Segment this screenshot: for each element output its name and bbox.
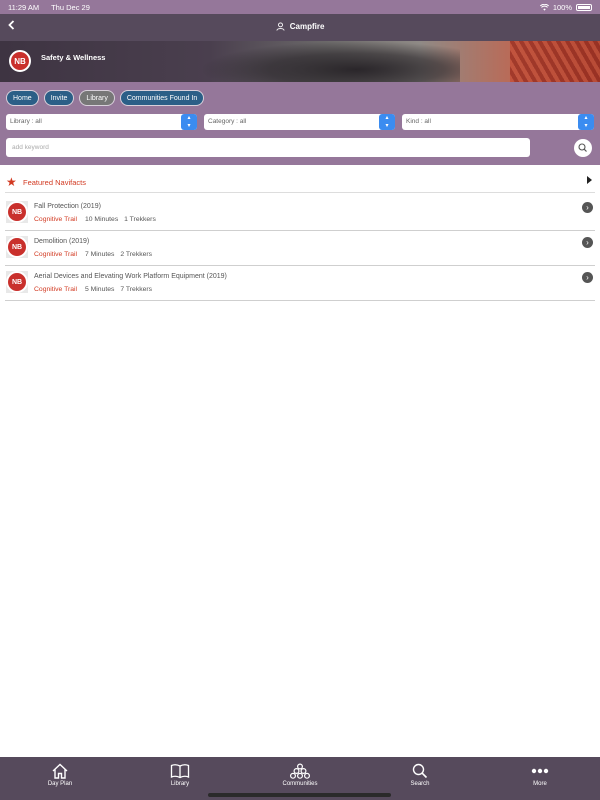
battery-icon: [576, 4, 592, 11]
kind-select[interactable]: Kind : all ▴ ▾: [402, 114, 594, 130]
search-icon: [578, 143, 587, 152]
select-arrows-icon: ▴ ▾: [181, 114, 197, 130]
navifact-list: NB Fall Protection (2019) Cognitive Trai…: [5, 196, 595, 301]
item-meta: Cognitive Trail 10 Minutes 1 Trekkers: [34, 216, 160, 223]
battery-percent: 100%: [552, 3, 572, 12]
tab-communities[interactable]: Communities: [260, 763, 340, 787]
item-duration: 10 Minutes: [84, 216, 119, 223]
item-duration: 5 Minutes: [84, 286, 115, 293]
category-select[interactable]: Category : all ▴ ▾: [204, 114, 395, 130]
arrow-right-circle-icon[interactable]: ›: [582, 237, 593, 248]
status-time: 11:29 AM: [8, 3, 40, 12]
arrow-right-circle-icon[interactable]: ›: [582, 202, 593, 213]
banner-image: [200, 41, 460, 82]
page-title-text: Campfire: [289, 22, 325, 31]
search-icon: [412, 763, 428, 779]
book-icon: [170, 764, 190, 779]
item-thumbnail: NB: [6, 201, 28, 223]
list-item[interactable]: NB Demolition (2019) Cognitive Trail 7 M…: [5, 231, 595, 266]
tab-library[interactable]: Library: [140, 763, 220, 787]
tab-more[interactable]: More: [500, 763, 580, 787]
item-thumbnail: NB: [6, 271, 28, 293]
pill-nav: Home Invite Library Communities Found In: [6, 90, 205, 106]
item-kind: Cognitive Trail: [34, 286, 78, 293]
star-icon: ★: [6, 175, 17, 189]
featured-label: Featured Navifacts: [23, 178, 86, 187]
pill-invite[interactable]: Invite: [43, 90, 75, 106]
pill-home[interactable]: Home: [6, 90, 39, 106]
tab-search[interactable]: Search: [380, 763, 460, 787]
library-select[interactable]: Library : all ▴ ▾: [6, 114, 197, 130]
item-kind: Cognitive Trail: [34, 216, 78, 223]
pill-communities-found-in[interactable]: Communities Found In: [119, 90, 205, 106]
tab-search-label: Search: [410, 781, 430, 787]
kind-select-value: Kind : all: [406, 118, 431, 125]
item-meta: Cognitive Trail 7 Minutes 2 Trekkers: [34, 251, 156, 258]
search-button[interactable]: [574, 139, 592, 157]
more-dots-icon: [531, 768, 549, 774]
community-logo: NB: [9, 50, 31, 72]
status-bar: 11:29 AM Thu Dec 29 100%: [0, 0, 600, 14]
tab-day-plan-label: Day Plan: [47, 781, 73, 787]
select-arrows-icon: ▴ ▾: [578, 114, 594, 130]
status-date: Thu Dec 29: [51, 3, 90, 12]
list-item[interactable]: NB Aerial Devices and Elevating Work Pla…: [5, 266, 595, 301]
featured-navifacts-header[interactable]: ★ Featured Navifacts: [5, 171, 595, 193]
navigation-bar: Campfire: [0, 14, 600, 41]
item-title: Demolition (2019): [34, 238, 90, 245]
nb-logo-icon: NB: [6, 201, 28, 223]
category-select-value: Category : all: [208, 118, 247, 125]
arrow-right-circle-icon[interactable]: ›: [582, 272, 593, 283]
pill-library[interactable]: Library: [79, 90, 115, 106]
community-banner: NB Safety & Wellness: [0, 41, 600, 82]
select-arrows-icon: ▴ ▾: [379, 114, 395, 130]
tab-communities-label: Communities: [282, 781, 318, 787]
item-title: Aerial Devices and Elevating Work Platfo…: [34, 273, 227, 280]
tab-day-plan[interactable]: Day Plan: [20, 763, 100, 787]
item-duration: 7 Minutes: [84, 251, 115, 258]
nb-logo-icon: NB: [6, 236, 28, 258]
item-thumbnail: NB: [6, 236, 28, 258]
tab-library-label: Library: [170, 781, 190, 787]
home-icon: [52, 763, 68, 779]
list-item[interactable]: NB Fall Protection (2019) Cognitive Trai…: [5, 196, 595, 231]
home-indicator[interactable]: [208, 793, 391, 797]
community-title: Safety & Wellness: [41, 53, 106, 62]
play-triangle-icon: [587, 176, 592, 184]
item-meta: Cognitive Trail 5 Minutes 7 Trekkers: [34, 286, 156, 293]
page-title: Campfire: [0, 22, 600, 31]
item-trekkers: 7 Trekkers: [120, 286, 153, 293]
item-title: Fall Protection (2019): [34, 203, 101, 210]
wifi-icon: [539, 4, 549, 11]
nb-logo-icon: NB: [6, 271, 28, 293]
communities-icon: [290, 763, 310, 779]
filter-panel: Home Invite Library Communities Found In…: [0, 82, 600, 165]
item-trekkers: 2 Trekkers: [120, 251, 153, 258]
banner-image-detail: [510, 41, 600, 82]
library-select-value: Library : all: [10, 118, 42, 125]
item-trekkers: 1 Trekkers: [124, 216, 156, 223]
item-kind: Cognitive Trail: [34, 251, 78, 258]
keyword-search-input[interactable]: [6, 138, 530, 157]
tab-more-label: More: [533, 781, 547, 787]
person-icon: [275, 22, 285, 31]
